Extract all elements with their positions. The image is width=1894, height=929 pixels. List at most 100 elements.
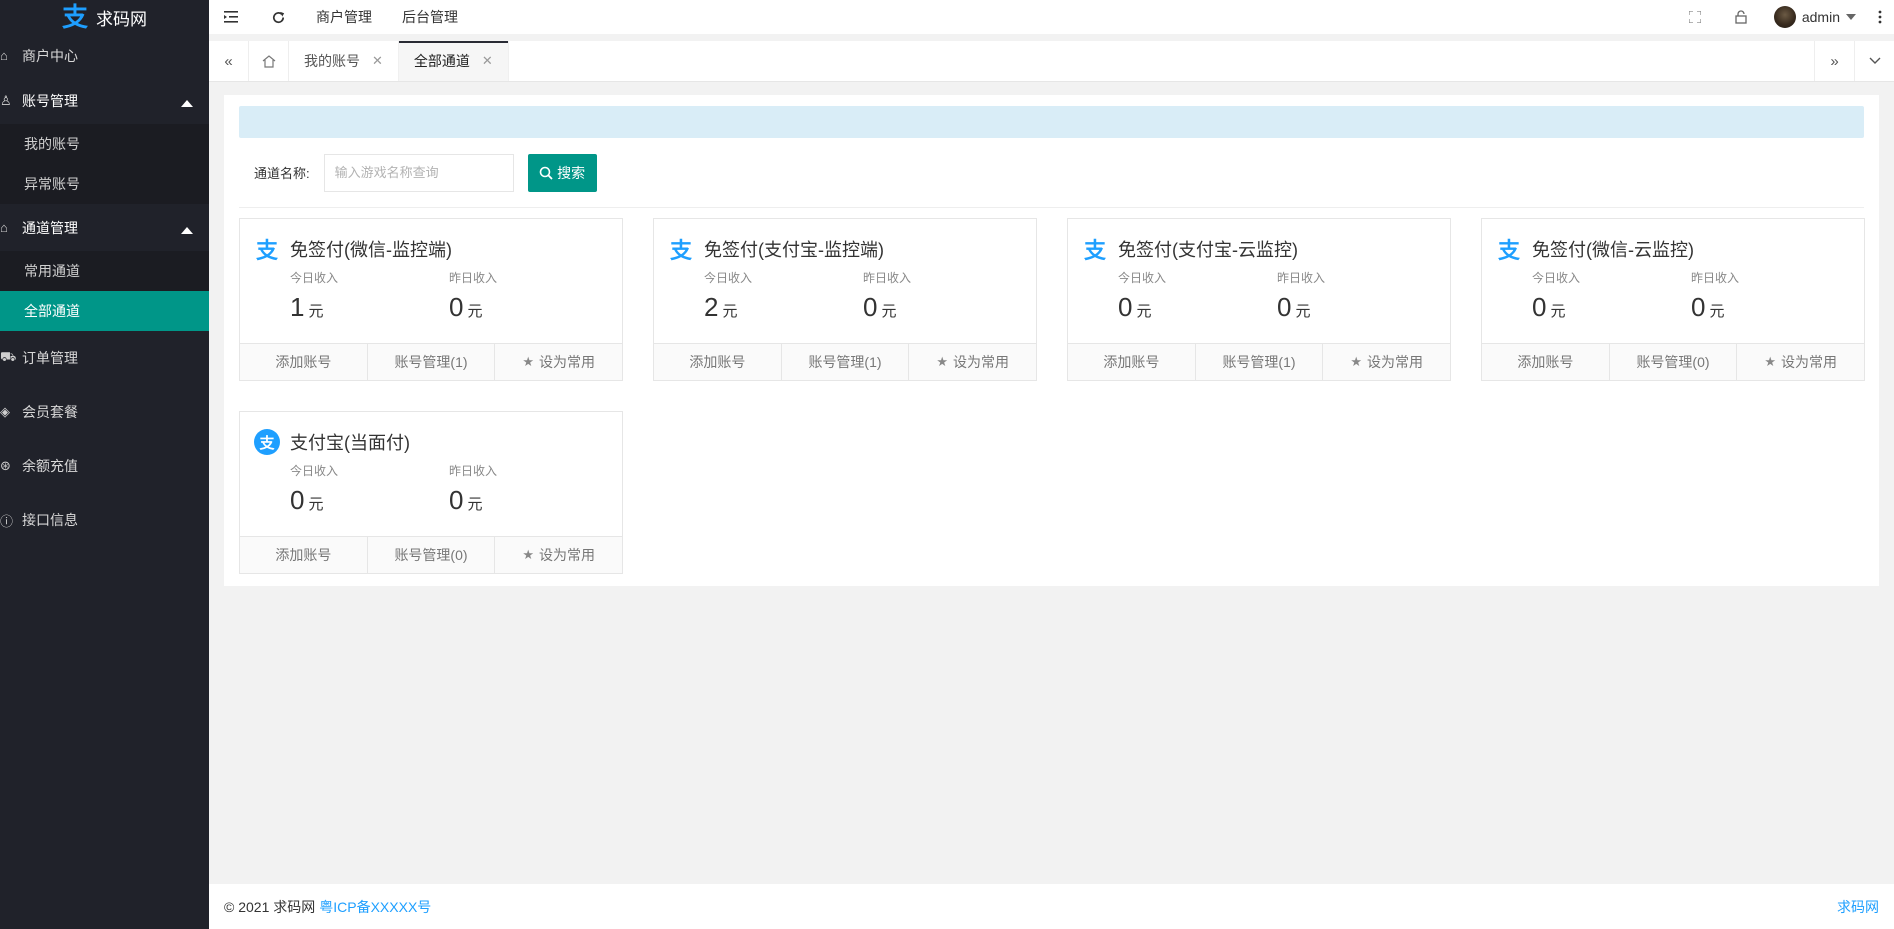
channel-card: 支 免签付(支付宝-监控端) 今日收入 2元 昨日收入 0元 添加账号 账号管理… — [653, 218, 1037, 381]
info-icon: ⓘ — [0, 513, 14, 529]
sidebar-submenu-account: 我的账号 异常账号 — [0, 124, 209, 204]
channel-panel: 通道名称: 搜索 支 免签付(微信-监控端) 今日收入 1元 — [224, 95, 1879, 586]
diamond-icon: ◈ — [0, 404, 10, 419]
search-button-label: 搜索 — [557, 164, 586, 181]
refresh-icon[interactable] — [255, 0, 301, 34]
star-icon: ★ — [1350, 354, 1362, 369]
star-icon: ★ — [936, 354, 948, 369]
sidebar-item-label: 接口信息 — [22, 512, 78, 528]
today-income: 今日收入 2元 — [704, 271, 753, 322]
close-icon[interactable]: ✕ — [372, 53, 383, 69]
sidebar-item-my-accounts[interactable]: 我的账号 — [0, 124, 209, 164]
tabs-scroll-right-icon[interactable]: » — [1814, 41, 1854, 81]
tabs-menu-chevron-down-icon[interactable] — [1854, 41, 1894, 81]
add-account-button[interactable]: 添加账号 — [240, 344, 368, 380]
sidebar-submenu-channel: 常用通道 全部通道 — [0, 251, 209, 331]
sidebar-item-abnormal-accounts[interactable]: 异常账号 — [0, 164, 209, 204]
sidebar-item-channel-management[interactable]: ⌂ 通道管理 — [0, 204, 209, 251]
channel-search-input[interactable] — [323, 153, 514, 192]
tab-my-accounts[interactable]: 我的账号 ✕ — [289, 41, 399, 81]
icp-link[interactable]: 粤ICP备XXXXX号 — [319, 897, 431, 917]
username: admin — [1801, 9, 1840, 25]
tab-all-channels[interactable]: 全部通道 ✕ — [398, 41, 509, 81]
top-header: 商户管理 后台管理 admin — [209, 0, 1894, 34]
expand-triangle-icon — [181, 100, 193, 107]
sidebar-item-order-management[interactable]: ⛟ 订单管理 — [0, 331, 209, 385]
lock-icon[interactable] — [1718, 0, 1764, 34]
sidebar-item-all-channels[interactable]: 全部通道 — [0, 291, 209, 331]
tabs-scroll-left-icon[interactable]: « — [209, 41, 249, 81]
manage-accounts-button[interactable]: 账号管理(1) — [368, 344, 496, 380]
channel-title: 支付宝(当面付) — [290, 433, 410, 453]
yesterday-income: 昨日收入 0元 — [449, 271, 498, 322]
sidebar-item-label: 通道管理 — [22, 219, 78, 236]
today-income: 今日收入 1元 — [290, 271, 339, 322]
yesterday-income: 昨日收入 0元 — [863, 271, 912, 322]
channel-title: 免签付(支付宝-监控端) — [704, 240, 884, 260]
brand-icon: 支 — [61, 2, 88, 32]
sidebar: 支 求码网 ⌂ 商户中心 ♙ 账号管理 我的账号 异常账号 ⌂ 通道管理 常用通… — [0, 0, 209, 929]
today-income: 今日收入 0元 — [290, 464, 339, 515]
sidebar-item-api-info[interactable]: ⓘ 接口信息 — [0, 493, 209, 547]
coin-icon: ⊛ — [0, 458, 11, 473]
manage-accounts-button[interactable]: 账号管理(0) — [368, 537, 496, 573]
main-content: 通道名称: 搜索 支 免签付(微信-监控端) 今日收入 1元 — [209, 82, 1894, 884]
channel-cards: 支 免签付(微信-监控端) 今日收入 1元 昨日收入 0元 添加账号 账号管理(… — [239, 218, 1865, 574]
set-common-button[interactable]: ★ 设为常用 — [495, 344, 622, 380]
alipay-icon: 支 — [254, 429, 280, 455]
star-icon: ★ — [1764, 354, 1776, 369]
tab-label: 全部通道 — [413, 53, 470, 69]
search-icon — [539, 166, 553, 180]
manage-accounts-button[interactable]: 账号管理(1) — [1196, 344, 1324, 380]
channel-title: 免签付(支付宝-云监控) — [1118, 240, 1298, 260]
yesterday-income: 昨日收入 0元 — [449, 464, 498, 515]
info-alert — [239, 106, 1864, 138]
channel-card: 支 支付宝(当面付) 今日收入 0元 昨日收入 0元 添加账号 账号管理(0) … — [239, 411, 623, 574]
search-form: 通道名称: 搜索 — [239, 138, 1864, 208]
channel-title: 免签付(微信-云监控) — [1532, 240, 1694, 260]
search-button[interactable]: 搜索 — [527, 153, 597, 192]
manage-accounts-button[interactable]: 账号管理(0) — [1610, 344, 1738, 380]
fullscreen-icon[interactable] — [1672, 0, 1718, 34]
sidebar-item-label: 订单管理 — [22, 350, 78, 366]
set-common-button[interactable]: ★ 设为常用 — [909, 344, 1036, 380]
channel-card: 支 免签付(微信-云监控) 今日收入 0元 昨日收入 0元 添加账号 账号管理(… — [1481, 218, 1865, 381]
sidebar-item-label: 商户中心 — [22, 47, 78, 64]
house-icon: ⌂ — [0, 48, 8, 63]
add-account-button[interactable]: 添加账号 — [240, 537, 368, 573]
cart-icon: ⛟ — [0, 349, 17, 364]
alipay-pay-icon: 支 — [669, 238, 692, 263]
sidebar-item-label: 账号管理 — [22, 92, 78, 109]
sidebar-item-merchant-center[interactable]: ⌂ 商户中心 — [0, 34, 209, 77]
copyright-text: © 2021 求码网 — [224, 898, 316, 915]
brand-name: 求码网 — [96, 9, 147, 29]
home-icon: ⌂ — [0, 220, 8, 235]
set-common-button[interactable]: ★ 设为常用 — [1737, 344, 1864, 380]
expand-triangle-icon — [181, 227, 193, 234]
menu-toggle-icon[interactable] — [209, 0, 255, 34]
avatar — [1773, 6, 1796, 28]
user-menu[interactable]: admin — [1764, 6, 1866, 28]
set-common-button[interactable]: ★ 设为常用 — [1323, 344, 1450, 380]
sidebar-item-label: 会员套餐 — [22, 404, 78, 420]
manage-accounts-button[interactable]: 账号管理(1) — [782, 344, 910, 380]
today-income: 今日收入 0元 — [1532, 271, 1581, 322]
sidebar-item-common-channels[interactable]: 常用通道 — [0, 251, 209, 291]
add-account-button[interactable]: 添加账号 — [1068, 344, 1196, 380]
close-icon[interactable]: ✕ — [482, 53, 493, 69]
sidebar-item-recharge[interactable]: ⊛ 余额充值 — [0, 439, 209, 493]
home-tab-icon[interactable] — [249, 41, 289, 81]
set-common-button[interactable]: ★ 设为常用 — [495, 537, 622, 573]
star-icon: ★ — [522, 354, 534, 369]
sidebar-item-membership[interactable]: ◈ 会员套餐 — [0, 385, 209, 439]
sidebar-item-label: 余额充值 — [22, 458, 78, 474]
add-account-button[interactable]: 添加账号 — [654, 344, 782, 380]
nav-link-backend[interactable]: 后台管理 — [387, 0, 473, 34]
search-label: 通道名称: — [254, 166, 310, 181]
brand-logo[interactable]: 支 求码网 — [0, 0, 209, 34]
sidebar-item-account-management[interactable]: ♙ 账号管理 — [0, 77, 209, 124]
footer-brand-link[interactable]: 求码网 — [1837, 897, 1879, 917]
add-account-button[interactable]: 添加账号 — [1482, 344, 1610, 380]
nav-link-merchant[interactable]: 商户管理 — [301, 0, 387, 34]
more-vertical-icon[interactable] — [1866, 0, 1894, 34]
